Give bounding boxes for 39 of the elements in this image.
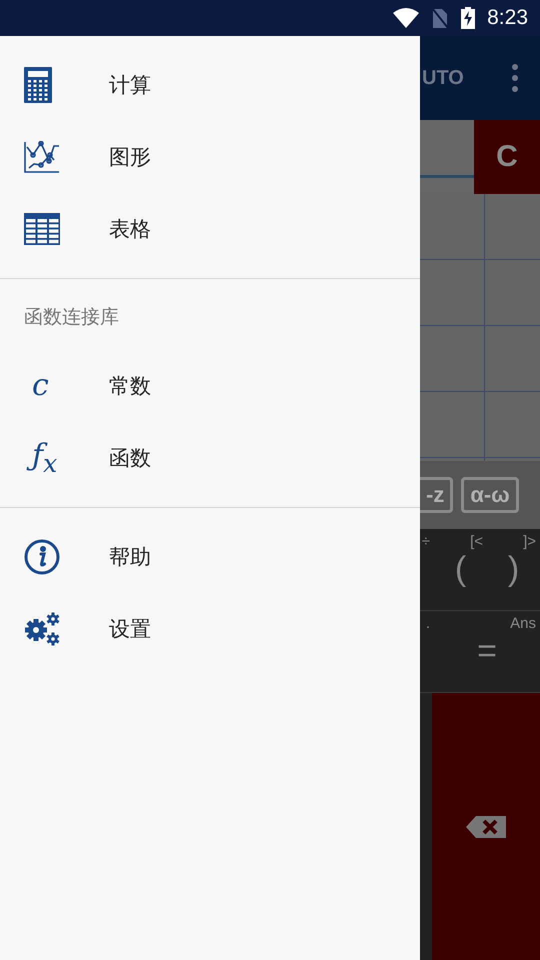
table-icon [24,213,60,245]
drawer-menu-item[interactable]: 帮助 [0,521,420,593]
section-header: 函数连接库 [23,306,120,330]
settings-icon [24,612,60,646]
overflow-menu-icon[interactable] [512,64,518,92]
drawer-menu-item[interactable]: 设置 [0,593,420,665]
keypad-key[interactable]: Ans = [434,611,540,692]
clear-key[interactable]: C [474,120,540,194]
wifi-icon [393,8,420,28]
key-secondary-label: ÷ [422,533,430,550]
key-secondary-label: . [426,615,430,632]
key-label: ) [508,550,520,589]
line-graph-icon [24,141,60,173]
key-secondary-label: ]> [523,533,536,550]
drawer-menu-item[interactable]: 表格 [0,193,420,265]
backspace-icon [466,816,506,838]
keypad-key[interactable]: ]> ) [487,529,540,610]
backspace-key[interactable] [432,693,540,960]
drawer-menu-item[interactable]: c 常数 [0,350,420,422]
keyboard-switch-key[interactable]: α-ω [461,477,519,513]
function-glyph-icon: c [24,371,49,401]
keyboard-switch-key[interactable]: -z [420,477,454,513]
drawer-menu-item[interactable]: 计算 [0,49,420,121]
battery-charging-icon [461,7,476,29]
key-secondary-label: [< [470,533,483,550]
drawer-menu-item[interactable]: 图形 [0,121,420,193]
drawer-menu-item[interactable]: ƒ$_{x}$ 函数 [0,422,420,494]
function-glyph-icon: ƒ$_{x}$ [24,440,58,476]
keypad-key[interactable]: ÷ [420,529,434,610]
info-icon [24,539,60,575]
key-label: ( [454,550,466,589]
key-label: = [477,632,497,671]
toolbar-label: UTO [422,66,464,90]
key-secondary-label: Ans [510,615,536,632]
no-sim-icon [431,7,450,29]
keypad-key[interactable]: [< ( [434,529,487,610]
calculator-icon [24,67,52,103]
keypad-key[interactable]: . [420,611,434,692]
clock-time: 8:23 [487,6,528,30]
